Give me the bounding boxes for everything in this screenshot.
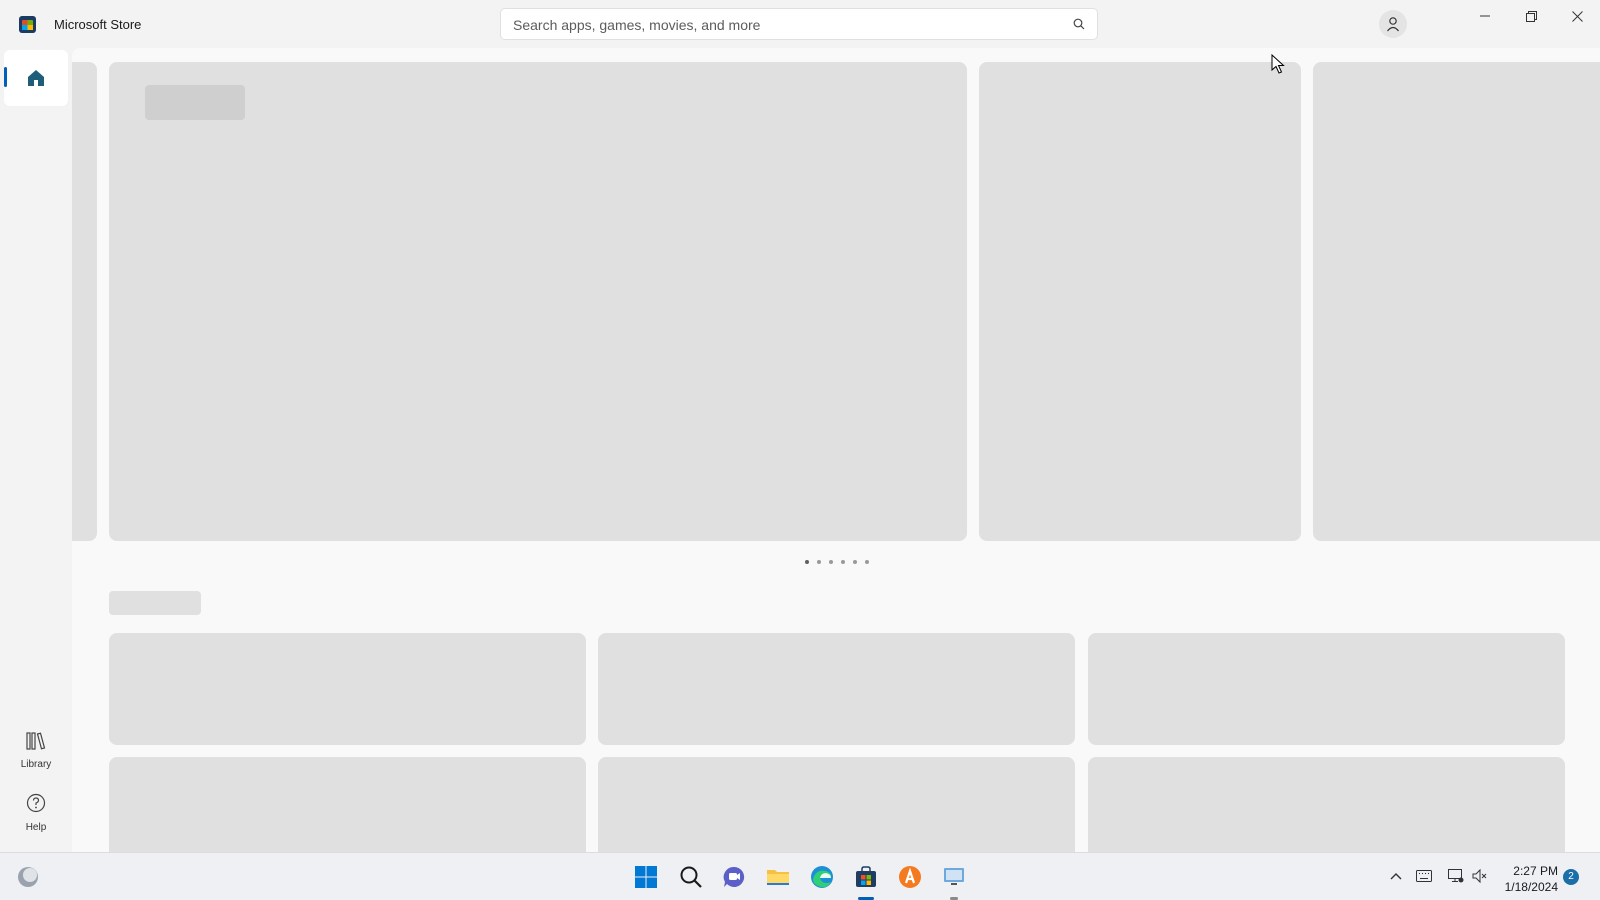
hero-title-placeholder — [145, 85, 245, 120]
clock-time: 2:27 PM — [1513, 864, 1558, 878]
chevron-up-icon[interactable] — [1390, 871, 1402, 881]
hero-card-tertiary[interactable] — [1313, 62, 1600, 541]
tile-placeholder[interactable] — [109, 633, 586, 745]
help-icon — [26, 793, 46, 813]
hero-card-secondary[interactable] — [979, 62, 1301, 541]
edge-icon[interactable] — [810, 865, 834, 889]
sidebar-item-help[interactable]: Help — [4, 785, 68, 839]
title-bar: Microsoft Store — [0, 0, 1600, 48]
teams-chat-icon[interactable] — [722, 865, 746, 889]
hero-card-previous[interactable] — [72, 62, 97, 541]
tile-placeholder[interactable] — [598, 633, 1075, 745]
pager-dot[interactable] — [829, 560, 833, 564]
close-button[interactable] — [1554, 0, 1600, 32]
start-icon[interactable] — [634, 865, 658, 889]
volume-muted-icon[interactable] — [1472, 868, 1488, 884]
close-icon — [1571, 10, 1583, 22]
pager-dot[interactable] — [841, 560, 845, 564]
carousel-pager[interactable] — [805, 560, 869, 564]
minimize-icon — [1480, 15, 1490, 17]
pager-dot[interactable] — [865, 560, 869, 564]
pager-dot[interactable] — [817, 560, 821, 564]
minimize-button[interactable] — [1462, 0, 1508, 32]
selected-indicator — [4, 67, 7, 87]
tile-placeholder[interactable] — [1088, 757, 1565, 852]
home-icon — [28, 70, 44, 86]
tile-placeholder[interactable] — [109, 757, 586, 852]
pager-dot[interactable] — [853, 560, 857, 564]
notification-badge[interactable]: 2 — [1563, 869, 1579, 885]
tile-placeholder[interactable] — [1088, 633, 1565, 745]
avast-icon[interactable] — [898, 865, 922, 889]
microsoft-store-icon[interactable] — [854, 865, 878, 889]
library-icon — [26, 732, 46, 750]
account-button[interactable] — [1379, 10, 1407, 38]
keyboard-icon[interactable] — [1416, 870, 1432, 882]
network-icon[interactable] — [1448, 868, 1464, 884]
clock[interactable]: 2:27 PM 1/18/2024 — [1502, 863, 1558, 895]
sidebar-item-library[interactable]: Library — [4, 724, 68, 778]
search-icon[interactable] — [1073, 18, 1085, 30]
app-title: Microsoft Store — [54, 17, 142, 32]
search-icon[interactable] — [679, 865, 703, 889]
remote-desktop-icon[interactable] — [942, 865, 966, 889]
sidebar: Library Help — [0, 48, 72, 852]
taskbar: 2:27 PM 1/18/2024 2 — [0, 852, 1600, 900]
sidebar-item-label: Help — [25, 822, 47, 833]
clock-date: 1/18/2024 — [1504, 880, 1558, 894]
widgets-icon[interactable] — [16, 865, 40, 889]
mouse-cursor-icon — [1271, 54, 1285, 74]
search-input[interactable] — [511, 9, 1055, 41]
restore-icon — [1525, 10, 1537, 22]
tile-placeholder[interactable] — [598, 757, 1075, 852]
hero-card[interactable] — [109, 62, 967, 541]
pager-dot[interactable] — [805, 560, 809, 564]
file-explorer-icon[interactable] — [766, 865, 790, 889]
sidebar-item-label: Library — [20, 759, 52, 770]
microsoft-store-logo-icon — [19, 16, 36, 33]
restore-button[interactable] — [1508, 0, 1554, 32]
search-box[interactable] — [500, 8, 1098, 41]
person-icon — [1387, 17, 1399, 32]
section-title-placeholder — [109, 591, 201, 615]
sidebar-item-home[interactable] — [4, 50, 68, 106]
